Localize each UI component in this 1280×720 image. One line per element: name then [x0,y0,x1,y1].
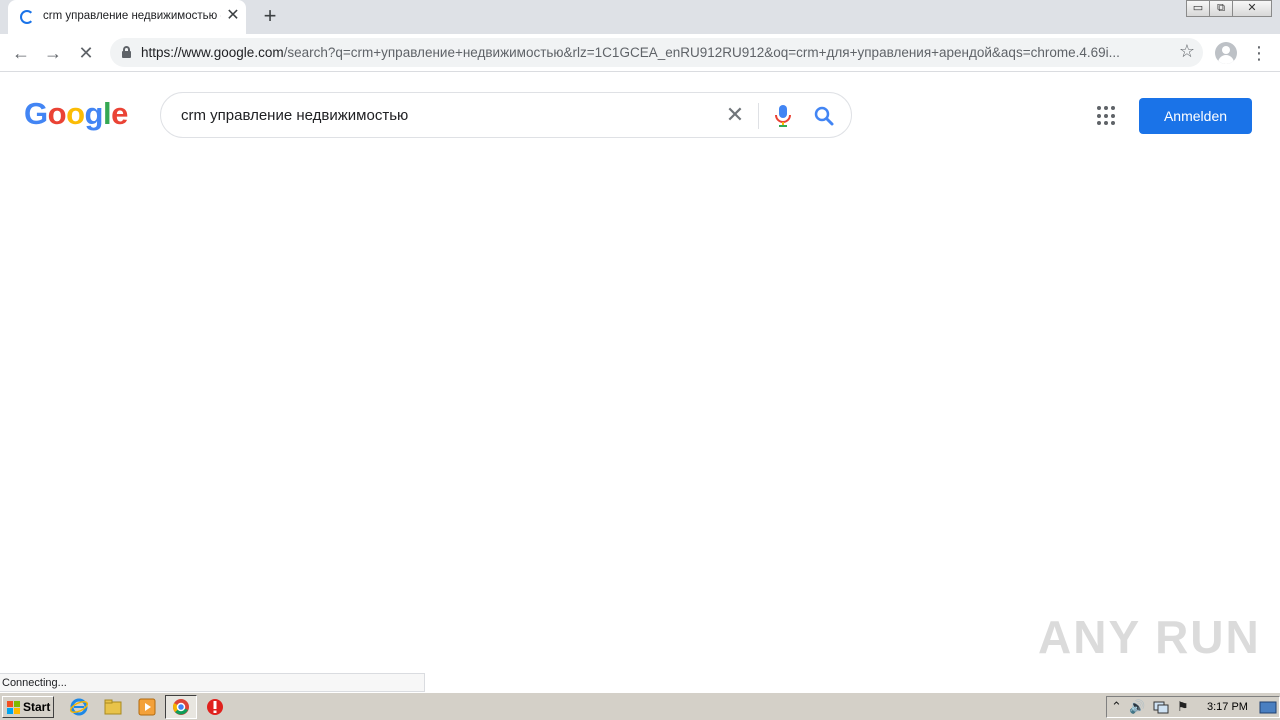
search-divider [758,103,759,129]
logo-letter: o [47,96,67,131]
network-icon[interactable] [1153,700,1169,715]
status-bar: Connecting... [0,673,425,692]
address-bar[interactable]: https://www.google.com/search?q=crm+упра… [110,38,1203,67]
logo-letter: g [84,96,104,131]
clock[interactable]: 3:17 PM [1207,701,1248,713]
url-text[interactable]: https://www.google.com/search?q=crm+упра… [141,45,1171,60]
google-logo[interactable]: Google [24,96,128,132]
anyrun-watermark: ANY RUN [1038,611,1261,663]
tab-title: crm управление недвижимостью - [43,10,221,22]
tab-close-icon[interactable]: ✕ [224,7,242,25]
opera-icon[interactable] [205,697,225,717]
tab-strip: crm управление недвижимостью - ✕ + ▭ ⧉ ✕ [0,0,1280,34]
clear-search-icon[interactable]: ✕ [722,102,748,128]
back-button[interactable]: ← [8,40,34,66]
logo-letter: e [111,96,128,131]
restore-button[interactable]: ⧉ [1209,0,1233,17]
loading-spinner-icon [20,10,34,24]
google-apps-icon[interactable] [1097,106,1117,126]
volume-icon[interactable]: 🔊 [1129,699,1145,715]
windows-logo-icon [7,701,20,714]
browser-menu-icon[interactable]: ⋮ [1250,42,1268,64]
forward-button[interactable]: → [40,40,66,66]
browser-tab[interactable]: crm управление недвижимостью - ✕ [8,0,246,34]
window-controls: ▭ ⧉ ✕ [1186,0,1272,18]
bookmark-star-icon[interactable]: ☆ [1179,41,1195,62]
taskbar: Start ⌃ 🔊 ⚑ 3:17 PM [0,692,1280,720]
show-desktop-icon[interactable] [1259,700,1277,715]
media-player-icon[interactable] [137,697,157,717]
microphone-icon[interactable] [773,104,793,128]
new-tab-button[interactable]: + [258,5,282,29]
file-explorer-icon[interactable] [103,697,123,717]
tray-expand-icon[interactable]: ⌃ [1111,699,1122,715]
taskbar-chrome-button[interactable] [165,695,197,719]
lock-icon[interactable] [122,46,131,58]
logo-letter: l [102,96,112,131]
url-path: /search?q=crm+управление+недвижимостью&r… [283,45,1120,60]
close-window-button[interactable]: ✕ [1232,0,1272,17]
minimize-button[interactable]: ▭ [1186,0,1210,17]
internet-explorer-icon[interactable] [69,697,89,717]
search-input[interactable]: crm управление недвижимостью [181,107,408,124]
search-icon[interactable] [812,104,836,128]
url-host: https://www.google.com [141,45,284,60]
profile-avatar-icon[interactable] [1215,42,1237,64]
search-box[interactable]: crm управление недвижимостью ✕ [160,92,852,138]
action-center-flag-icon[interactable]: ⚑ [1177,699,1189,715]
stop-loading-button[interactable]: ✕ [73,40,99,66]
chrome-icon [173,699,189,715]
start-button[interactable]: Start [2,696,54,718]
logo-letter: G [24,96,48,131]
start-label: Start [23,700,51,714]
system-tray: ⌃ 🔊 ⚑ 3:17 PM [1106,696,1280,718]
logo-letter: o [66,96,85,131]
sign-in-button[interactable]: Anmelden [1139,98,1252,134]
browser-toolbar: ← → ✕ https://www.google.com/search?q=cr… [0,34,1280,72]
